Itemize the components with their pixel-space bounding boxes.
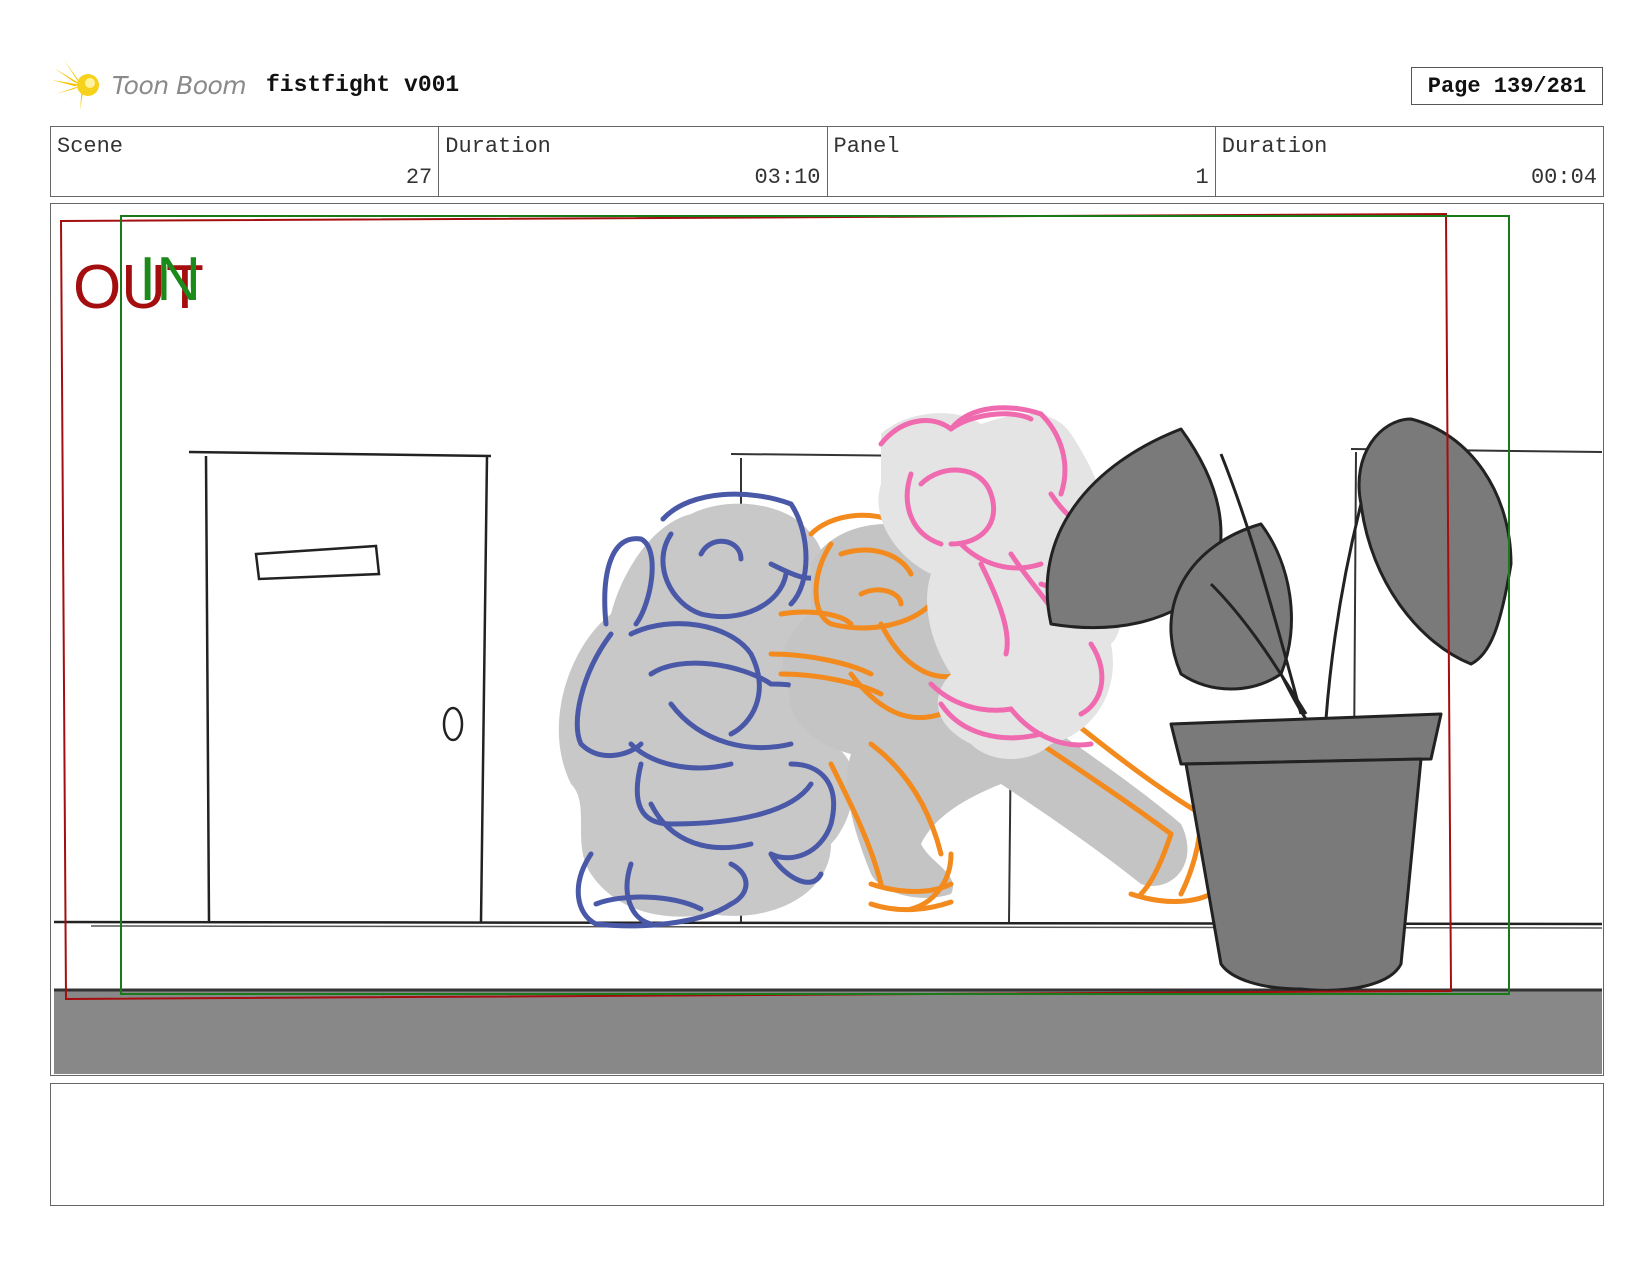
scene-cell: Scene 27 [51, 127, 440, 196]
starburst-icon [52, 60, 99, 110]
toon-boom-logo: Toon Boom [52, 58, 247, 112]
scene-info-table: Scene 27 Duration 03:10 Panel 1 Duration… [50, 126, 1604, 197]
scene-value: 27 [405, 165, 433, 190]
in-label: IN [139, 245, 201, 314]
panel-label: Panel [833, 134, 900, 159]
panel-duration-value: 00:04 [1530, 165, 1597, 190]
scene-duration-cell: Duration 03:10 [439, 127, 828, 196]
scene-duration-label: Duration [445, 134, 551, 159]
panel-value: 1 [1195, 165, 1209, 190]
panel-duration-cell: Duration 00:04 [1216, 127, 1603, 196]
scene-label: Scene [57, 134, 124, 159]
potted-plant [1045, 417, 1513, 992]
door [188, 450, 492, 923]
panel-cell: Panel 1 [828, 127, 1216, 196]
brand-name: Toon Boom [112, 70, 247, 100]
floor [54, 990, 1602, 1074]
panel-duration-label: Duration [1221, 134, 1328, 159]
panel-notes [50, 1083, 1604, 1206]
scene-duration-value: 03:10 [754, 165, 821, 190]
panel-drawing: OUT IN [53, 212, 1603, 1074]
storyboard-panel: OUT IN [50, 203, 1604, 1076]
document-title: fistfight v001 [266, 72, 460, 98]
page-number: Page 139/281 [1411, 67, 1603, 105]
